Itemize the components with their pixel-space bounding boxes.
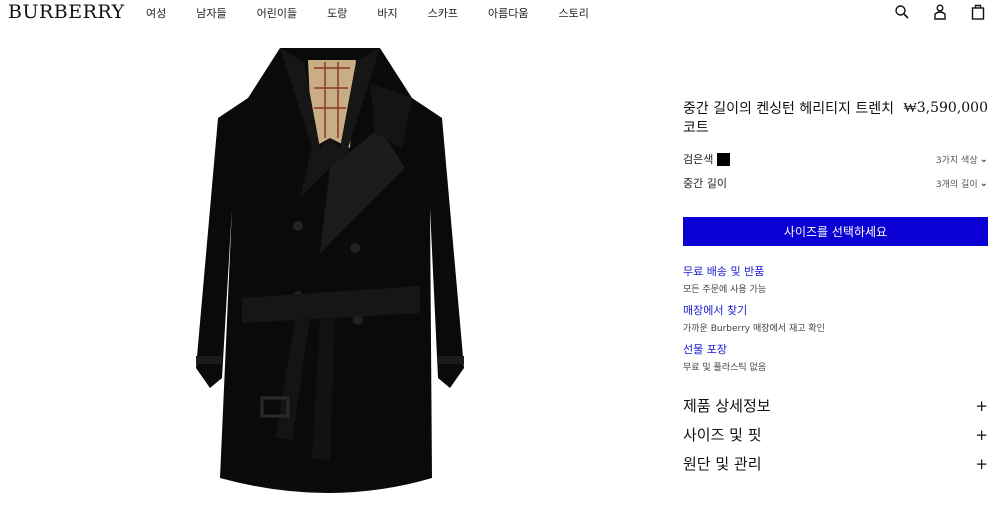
nav-item-stories[interactable]: 스토리 <box>558 5 588 21</box>
color-options-count: 3가지 색상 <box>935 155 978 166</box>
accordion-label: 제품 상세정보 <box>683 397 771 415</box>
color-options-toggle[interactable]: 3가지 색상 ⌄ <box>936 153 988 166</box>
nav-item-scarves[interactable]: 스카프 <box>428 5 458 21</box>
chevron-down-icon: ⌄ <box>979 153 988 165</box>
service-title[interactable]: 선물 포장 <box>683 341 988 357</box>
service-free-shipping: 무료 배송 및 반품 모든 주문에 사용 가능 <box>683 263 988 295</box>
product-price: ₩3,590,000 <box>903 100 988 116</box>
color-selected: 검은색 <box>683 151 731 167</box>
service-gift-wrap: 선물 포장 무료 및 플라스틱 없음 <box>683 341 988 373</box>
product-details-panel: 중간 길이의 켄싱턴 헤리티지 트렌치 코트 ₩3,590,000 검은색 3가… <box>683 0 988 526</box>
accordion-label: 사이즈 및 핏 <box>683 426 762 444</box>
plus-icon: + <box>975 396 988 415</box>
color-label: 검은색 <box>683 153 714 166</box>
title-row: 중간 길이의 켄싱턴 헤리티지 트렌치 코트 ₩3,590,000 <box>683 100 988 138</box>
nav-item-5[interactable]: 바지 <box>377 5 397 21</box>
nav-item-men[interactable]: 남자들 <box>196 5 226 21</box>
service-title[interactable]: 무료 배송 및 반품 <box>683 263 988 279</box>
service-find-in-store: 매장에서 찾기 가까운 Burberry 매장에서 재고 확인 <box>683 302 988 334</box>
length-options-count: 3개의 길이 <box>935 179 978 190</box>
nav-item-beauty[interactable]: 아름다움 <box>488 5 528 21</box>
nav-item-children[interactable]: 어린이들 <box>257 5 297 21</box>
color-swatch <box>717 152 731 166</box>
service-sub: 무료 및 플라스틱 없음 <box>683 363 767 373</box>
plus-icon: + <box>975 454 988 473</box>
length-label: 중간 길이 <box>683 177 727 190</box>
nav-item-4[interactable]: 도랑 <box>327 5 347 21</box>
trench-coat-image[interactable] <box>180 38 480 526</box>
accordion-size-fit[interactable]: 사이즈 및 핏 + <box>683 424 988 445</box>
product-title: 중간 길이의 켄싱턴 헤리티지 트렌치 코트 <box>683 101 894 136</box>
plus-icon: + <box>975 425 988 444</box>
accordion-product-details[interactable]: 제품 상세정보 + <box>683 395 988 416</box>
service-sub: 가까운 Burberry 매장에서 재고 확인 <box>683 324 825 334</box>
length-selected: 중간 길이 <box>683 175 727 191</box>
color-option-row[interactable]: 검은색 3가지 색상 ⌄ <box>683 151 988 167</box>
select-size-button[interactable]: 사이즈를 선택하세요 <box>683 217 988 246</box>
chevron-down-icon: ⌄ <box>979 177 988 189</box>
service-sub: 모든 주문에 사용 가능 <box>683 285 767 295</box>
accordion-fabric-care[interactable]: 원단 및 관리 + <box>683 453 988 474</box>
service-title[interactable]: 매장에서 찾기 <box>683 302 988 318</box>
main-nav: 여성 남자들 어린이들 도랑 바지 스카프 아름다움 스토리 <box>146 5 619 21</box>
brand-logo[interactable]: BURBERRY <box>8 1 125 23</box>
length-option-row[interactable]: 중간 길이 3개의 길이 ⌄ <box>683 175 988 191</box>
nav-item-women[interactable]: 여성 <box>146 5 166 21</box>
length-options-toggle[interactable]: 3개의 길이 ⌄ <box>936 177 988 190</box>
accordion-label: 원단 및 관리 <box>683 455 762 473</box>
